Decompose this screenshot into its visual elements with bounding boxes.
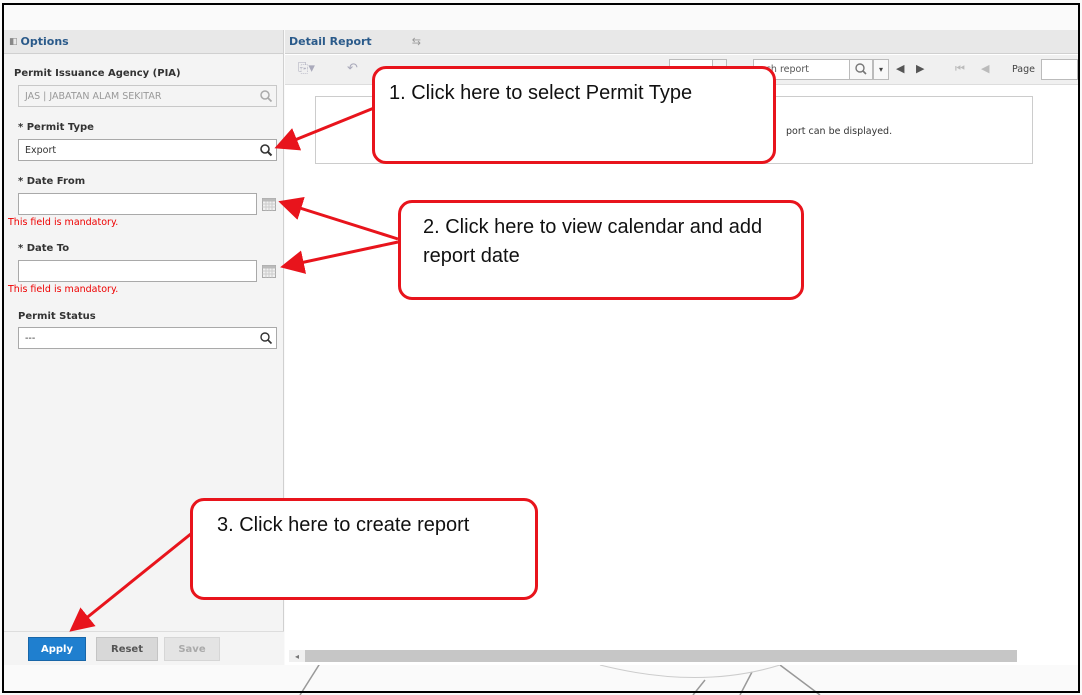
- export-icon[interactable]: ⎘▾: [298, 61, 315, 76]
- save-button[interactable]: Save: [164, 637, 220, 661]
- search-options-dropdown[interactable]: ▾: [873, 59, 889, 80]
- collapse-icon[interactable]: ◧: [9, 37, 18, 47]
- date-to-label: * Date To: [18, 243, 70, 254]
- permit-status-value: ---: [25, 332, 36, 344]
- permit-type-value: Export: [25, 144, 57, 156]
- report-title: Detail Report: [289, 35, 372, 48]
- search-button[interactable]: [849, 59, 873, 80]
- sync-icon[interactable]: ⇆: [412, 35, 421, 48]
- search-icon[interactable]: [259, 331, 273, 345]
- page-number-input[interactable]: [1041, 59, 1078, 80]
- permit-type-label: * Permit Type: [18, 122, 94, 133]
- first-page-icon[interactable]: ⏮: [955, 62, 965, 76]
- application-window: ◧ Options Permit Issuance Agency (PIA) J…: [0, 0, 1082, 695]
- date-from-label: * Date From: [18, 176, 86, 187]
- options-header: ◧ Options: [4, 30, 283, 54]
- report-header: Detail Report ⇆: [285, 30, 1078, 54]
- button-bar: Apply Reset Save: [4, 631, 284, 665]
- pia-label: Permit Issuance Agency (PIA): [14, 68, 181, 79]
- date-from-input[interactable]: [18, 193, 257, 215]
- pia-value: JAS | JABATAN ALAM SEKITAR: [25, 90, 162, 102]
- report-message: port can be displayed.: [786, 126, 893, 137]
- reset-button[interactable]: Reset: [96, 637, 158, 661]
- search-icon: [855, 63, 867, 75]
- permit-status-label: Permit Status: [18, 311, 96, 322]
- callout-view-calendar: 2. Click here to view calendar and add r…: [398, 200, 804, 300]
- search-icon: [260, 90, 273, 103]
- pia-field: JAS | JABATAN ALAM SEKITAR: [18, 85, 277, 107]
- previous-page-icon[interactable]: ◀: [981, 62, 989, 75]
- date-to-input[interactable]: [18, 260, 257, 282]
- horizontal-scrollbar[interactable]: ◂: [289, 650, 1017, 662]
- search-icon[interactable]: [259, 143, 273, 157]
- previous-match-icon[interactable]: ◀: [896, 62, 904, 75]
- date-from-error: This field is mandatory.: [8, 217, 119, 228]
- calendar-icon[interactable]: [262, 198, 276, 211]
- undo-icon[interactable]: ↶: [347, 61, 358, 76]
- scroll-left-icon[interactable]: ◂: [289, 650, 305, 662]
- permit-status-field[interactable]: ---: [18, 327, 277, 349]
- next-match-icon[interactable]: ▶: [916, 62, 924, 75]
- options-title: Options: [20, 35, 69, 48]
- apply-button[interactable]: Apply: [28, 637, 86, 661]
- callout-select-permit-type: 1. Click here to select Permit Type: [372, 66, 776, 164]
- callout-create-report: 3. Click here to create report: [190, 498, 538, 600]
- page-label: Page: [1012, 64, 1035, 75]
- permit-type-field[interactable]: Export: [18, 139, 277, 161]
- date-to-error: This field is mandatory.: [8, 284, 119, 295]
- calendar-icon[interactable]: [262, 265, 276, 278]
